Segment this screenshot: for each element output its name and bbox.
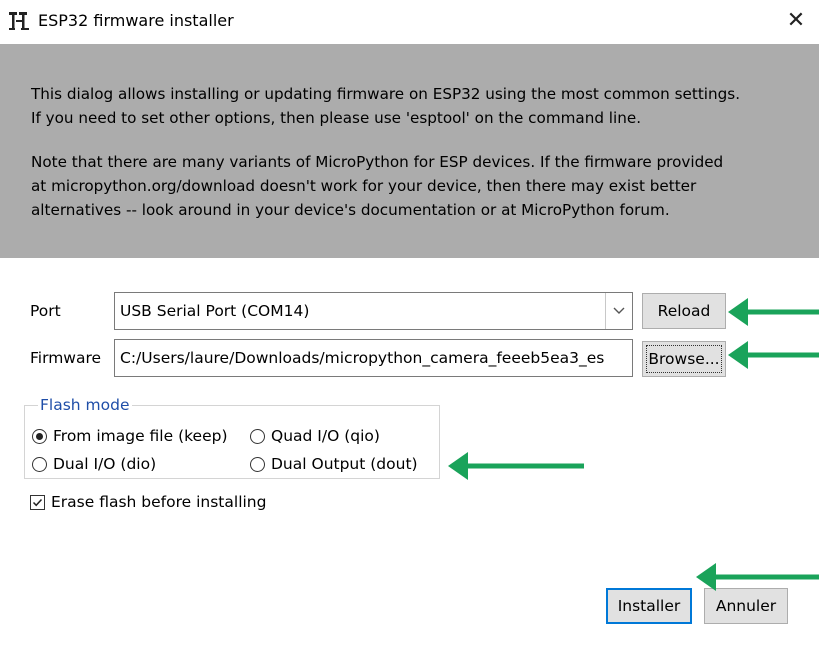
radio-label: Dual Output (dout) (271, 455, 418, 473)
port-label: Port (30, 302, 61, 320)
focus-ring (646, 345, 722, 373)
radio-label: Dual I/O (dio) (53, 455, 157, 473)
info-paragraph-2: Note that there are many variants of Mic… (31, 150, 723, 222)
radio-qio[interactable]: Quad I/O (qio) (250, 427, 380, 445)
title-bar: ESP32 firmware installer ✕ (0, 0, 819, 44)
arrow-left-icon (448, 452, 584, 480)
erase-flash-label: Erase flash before installing (51, 493, 267, 511)
radio-label: From image file (keep) (53, 427, 228, 445)
port-select[interactable]: USB Serial Port (COM14) (114, 292, 633, 330)
info-line: alternatives -- look around in your devi… (31, 201, 670, 219)
info-panel: This dialog allows installing or updatin… (0, 44, 819, 258)
radio-keep[interactable]: From image file (keep) (32, 427, 228, 445)
thonny-app-icon (9, 12, 29, 30)
info-line: at micropython.org/download doesn't work… (31, 177, 697, 195)
close-button[interactable]: ✕ (773, 0, 819, 40)
radio-selected-icon (32, 428, 47, 444)
firmware-path-value: C:/Users/laure/Downloads/micropython_cam… (120, 349, 605, 367)
arrow-left-icon (728, 341, 819, 369)
arrow-left-icon (728, 298, 819, 326)
window-title: ESP32 firmware installer (38, 11, 234, 30)
radio-empty-icon (250, 428, 265, 444)
radio-empty-icon (32, 456, 47, 472)
arrow-left-icon (696, 563, 819, 591)
reload-button[interactable]: Reload (642, 293, 726, 329)
browse-button[interactable]: Browse... (642, 341, 726, 377)
info-line: If you need to set other options, then p… (31, 109, 642, 127)
radio-dio[interactable]: Dual I/O (dio) (32, 455, 156, 473)
flash-mode-title: Flash mode (38, 396, 132, 414)
erase-flash-checkbox[interactable]: Erase flash before installing (30, 493, 266, 511)
close-icon: ✕ (786, 7, 806, 33)
info-paragraph-1: This dialog allows installing or updatin… (31, 82, 740, 130)
firmware-label: Firmware (30, 349, 102, 367)
info-line: This dialog allows installing or updatin… (31, 85, 741, 103)
checkbox-checked-icon (30, 494, 45, 510)
firmware-path-input[interactable]: C:/Users/laure/Downloads/micropython_cam… (114, 339, 633, 377)
radio-label: Quad I/O (qio) (271, 427, 380, 445)
radio-empty-icon (250, 456, 265, 472)
port-value: USB Serial Port (COM14) (120, 302, 310, 320)
info-line: Note that there are many variants of Mic… (31, 153, 724, 171)
install-button[interactable]: Installer (606, 588, 692, 624)
radio-dout[interactable]: Dual Output (dout) (250, 455, 418, 473)
chevron-down-icon[interactable] (605, 293, 632, 329)
